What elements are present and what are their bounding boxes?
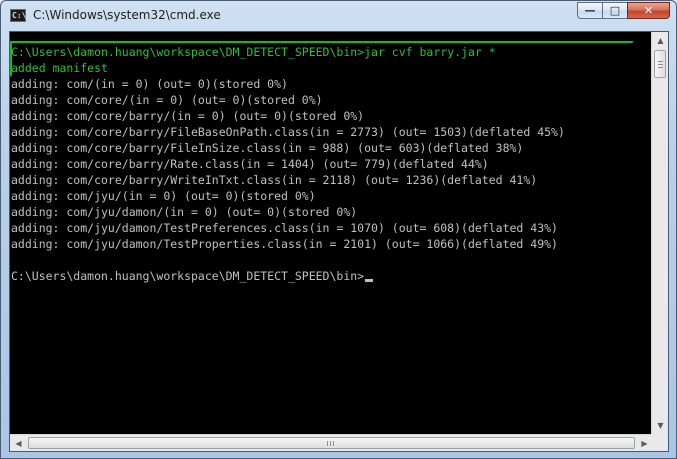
output-line: adding: com/core/barry/WriteInTxt.class(…: [11, 173, 538, 187]
cmd-app-icon[interactable]: C:\: [10, 9, 26, 22]
vertical-scroll-thumb[interactable]: [654, 50, 666, 78]
final-prompt: C:\Users\damon.huang\workspace\DM_DETECT…: [11, 269, 365, 283]
output-line: adding: com/core/barry/(in = 0) (out= 0)…: [11, 109, 365, 123]
vertical-scrollbar[interactable]: ▲ ▼: [651, 32, 668, 434]
minimize-button[interactable]: —: [577, 2, 603, 19]
scrollbar-corner: [651, 434, 668, 451]
scroll-up-icon[interactable]: ▲: [652, 32, 669, 49]
console-client-area: C:\Users\damon.huang\workspace\DM_DETECT…: [9, 31, 669, 452]
prompt-line: C:\Users\damon.huang\workspace\DM_DETECT…: [11, 268, 374, 284]
prompt-path: C:\Users\damon.huang\workspace\DM_DETECT…: [11, 45, 365, 59]
grip-line: [658, 64, 663, 65]
window-controls: — □ ✕: [577, 2, 670, 20]
window-title: C:\Windows\system32\cmd.exe: [33, 8, 221, 22]
grip-line: [658, 67, 663, 68]
grip-line: [327, 441, 328, 446]
grip-line: [658, 61, 663, 62]
text-cursor: [365, 279, 374, 282]
title-bar[interactable]: C:\ C:\Windows\system32\cmd.exe — □ ✕: [1, 1, 676, 31]
output-line: adding: com/jyu/damon/(in = 0) (out= 0)(…: [11, 205, 358, 219]
horizontal-scrollbar[interactable]: ◀ ▶: [10, 434, 653, 451]
scroll-down-icon[interactable]: ▼: [652, 417, 669, 434]
maximize-button[interactable]: □: [602, 2, 628, 19]
output-line: adding: com/jyu/damon/TestPreferences.cl…: [11, 221, 558, 235]
grip-line: [333, 441, 334, 446]
output-line: adding: com/(in = 0) (out= 0)(stored 0%): [11, 77, 288, 91]
cmd-window: C:\ C:\Windows\system32\cmd.exe — □ ✕ C:…: [0, 0, 677, 459]
close-button[interactable]: ✕: [627, 2, 670, 19]
output-line: adding: com/core/(in = 0) (out= 0)(store…: [11, 93, 323, 107]
command-line: C:\Users\damon.huang\workspace\DM_DETECT…: [11, 44, 496, 60]
output-line: adding: com/core/barry/FileInSize.class(…: [11, 141, 524, 155]
command-text: jar cvf barry.jar *: [364, 45, 496, 59]
output-line: adding: com/core/barry/Rate.class(in = 1…: [11, 157, 489, 171]
console-output[interactable]: C:\Users\damon.huang\workspace\DM_DETECT…: [10, 32, 653, 434]
output-line: adding: com/jyu/(in = 0) (out= 0)(stored…: [11, 189, 316, 203]
horizontal-scroll-thumb[interactable]: [28, 437, 635, 449]
scroll-left-icon[interactable]: ◀: [10, 435, 27, 452]
grip-line: [330, 441, 331, 446]
output-line: adding: com/jyu/damon/TestProperties.cla…: [11, 237, 558, 251]
output-line: adding: com/core/barry/FileBaseOnPath.cl…: [11, 125, 565, 139]
